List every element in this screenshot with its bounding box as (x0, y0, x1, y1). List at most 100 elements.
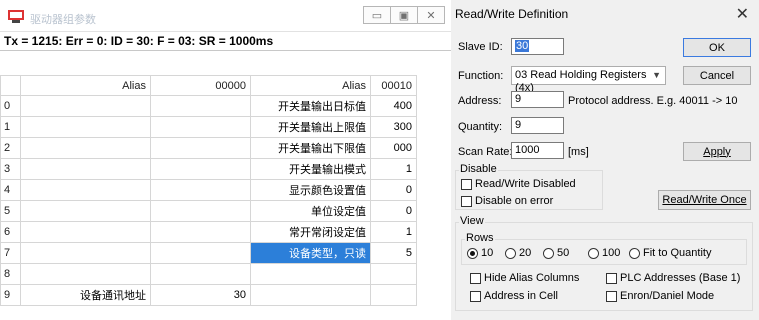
value-cell[interactable]: 30 (150, 284, 251, 306)
close-icon[interactable]: ✕ (417, 6, 445, 24)
radio-dot (629, 247, 640, 259)
header-address-1[interactable]: 00000 (150, 75, 251, 96)
disable-on-error-checkbox[interactable]: Disable on error (461, 195, 553, 207)
close-icon[interactable]: ✕ (736, 4, 749, 24)
disable-on-error-label: Disable on error (475, 195, 554, 207)
header-alias-1[interactable]: Alias (20, 75, 151, 96)
rows-10-radio[interactable]: 10 (467, 247, 493, 259)
value-cell[interactable] (150, 158, 251, 180)
value-cell[interactable]: 1 (370, 221, 417, 243)
alias-cell[interactable] (250, 263, 371, 285)
read-write-disabled-label: Read/Write Disabled (475, 178, 576, 190)
scan-rate-input[interactable]: 1000 (511, 142, 564, 159)
alias-cell[interactable] (20, 221, 151, 243)
alias-cell[interactable]: 设备类型，只读 (250, 242, 371, 264)
rows-100-radio[interactable]: 100 (588, 247, 620, 259)
alias-cell[interactable] (20, 263, 151, 285)
poll-titlebar[interactable]: 驱动器组参数 ▭ ▣ ✕ (0, 0, 451, 32)
checkbox-box (606, 272, 617, 284)
restore-icon[interactable]: ▣ (390, 6, 418, 24)
value-cell[interactable] (150, 137, 251, 159)
rows-fit-radio[interactable]: Fit to Quantity (629, 247, 711, 259)
quantity-input[interactable]: 9 (511, 117, 564, 134)
value-cell[interactable] (150, 95, 251, 117)
slave-id-input[interactable]: 30 (511, 38, 564, 55)
value-cell[interactable] (150, 221, 251, 243)
register-grid: Alias 00000 Alias 00010 0 开关量输出日标值 400 1 开关量… (0, 75, 417, 306)
rows-100-label: 100 (602, 247, 621, 259)
plc-addresses-checkbox[interactable]: PLC Addresses (Base 1) (606, 272, 740, 284)
alias-cell[interactable]: 开关量输出日标值 (250, 95, 371, 117)
alias-cell[interactable]: 常开常闭设定值 (250, 221, 371, 243)
checkbox-box (461, 178, 472, 190)
alias-cell[interactable] (20, 158, 151, 180)
value-cell[interactable]: 0 (370, 200, 417, 222)
value-cell[interactable]: 400 (370, 95, 417, 117)
value-cell[interactable] (150, 179, 251, 201)
rows-50-radio[interactable]: 50 (543, 247, 569, 259)
read-write-disabled-checkbox[interactable]: Read/Write Disabled (461, 178, 576, 190)
alias-cell[interactable]: 显示颜色设置值 (250, 179, 371, 201)
alias-cell[interactable]: 开关量输出上限值 (250, 116, 371, 138)
rows-fit-label: Fit to Quantity (643, 247, 712, 259)
address-input[interactable]: 9 (511, 91, 564, 108)
header-address-2[interactable]: 00010 (370, 75, 417, 96)
address-in-cell-checkbox[interactable]: Address in Cell (470, 290, 558, 302)
cancel-button[interactable]: Cancel (683, 66, 751, 85)
scan-rate-unit: [ms] (568, 146, 589, 158)
value-cell[interactable]: 1 (370, 158, 417, 180)
modbus-app-icon (8, 10, 24, 23)
value-cell[interactable]: 0 (370, 179, 417, 201)
table-row: 4 显示颜色设置值 0 (0, 179, 417, 201)
minimize-icon[interactable]: ▭ (363, 6, 391, 24)
alias-cell[interactable]: 开关量输出模式 (250, 158, 371, 180)
enron-mode-checkbox[interactable]: Enron/Daniel Mode (606, 290, 714, 302)
alias-cell[interactable] (20, 179, 151, 201)
row-number: 8 (0, 263, 21, 285)
rows-20-radio[interactable]: 20 (505, 247, 531, 259)
value-cell[interactable] (150, 242, 251, 264)
value-cell[interactable] (370, 284, 417, 306)
hide-alias-checkbox[interactable]: Hide Alias Columns (470, 272, 579, 284)
checkbox-box (606, 290, 617, 302)
rows-10-label: 10 (481, 247, 494, 259)
value-cell[interactable] (370, 263, 417, 285)
table-row: 3 开关量输出模式 1 (0, 158, 417, 180)
alias-cell[interactable]: 开关量输出下限值 (250, 137, 371, 159)
alias-cell[interactable] (250, 284, 371, 306)
dialog-title: Read/Write Definition (455, 7, 569, 21)
read-write-definition-dialog: Read/Write Definition ✕ Slave ID: 30 OK … (451, 0, 759, 320)
scan-rate-label: Scan Rate: (458, 146, 513, 158)
row-number: 5 (0, 200, 21, 222)
value-cell[interactable]: 300 (370, 116, 417, 138)
value-cell[interactable] (150, 116, 251, 138)
read-write-once-button[interactable]: Read/Write Once (658, 190, 751, 210)
address-hint: Protocol address. E.g. 40011 -> 10 (568, 95, 738, 107)
alias-cell[interactable]: 设备通讯地址 (20, 284, 151, 306)
value-cell[interactable]: 5 (370, 242, 417, 264)
alias-cell[interactable] (20, 116, 151, 138)
function-label: Function: (458, 70, 504, 82)
checkbox-box (470, 272, 481, 284)
table-row: 9 设备通讯地址 30 (0, 284, 417, 306)
alias-cell[interactable] (20, 200, 151, 222)
quantity-label: Quantity: (458, 121, 503, 133)
view-group-title: View (459, 215, 485, 227)
alias-cell[interactable] (20, 95, 151, 117)
value-cell[interactable] (150, 263, 251, 285)
radio-dot (588, 247, 599, 259)
alias-cell[interactable]: 单位设定值 (250, 200, 371, 222)
enron-mode-label: Enron/Daniel Mode (620, 290, 715, 302)
value-cell[interactable]: 000 (370, 137, 417, 159)
header-alias-2[interactable]: Alias (250, 75, 371, 96)
row-number: 3 (0, 158, 21, 180)
apply-button[interactable]: Apply (683, 142, 751, 161)
modbus-poll-window: 驱动器组参数 ▭ ▣ ✕ Tx = 1215: Err = 0: ID = 30… (0, 0, 452, 320)
ok-button[interactable]: OK (683, 38, 751, 57)
alias-cell[interactable] (20, 242, 151, 264)
value-cell[interactable] (150, 200, 251, 222)
row-number: 6 (0, 221, 21, 243)
function-select[interactable]: 03 Read Holding Registers (4x) ▼ (511, 66, 666, 94)
alias-cell[interactable] (20, 137, 151, 159)
table-row: 8 (0, 263, 417, 285)
